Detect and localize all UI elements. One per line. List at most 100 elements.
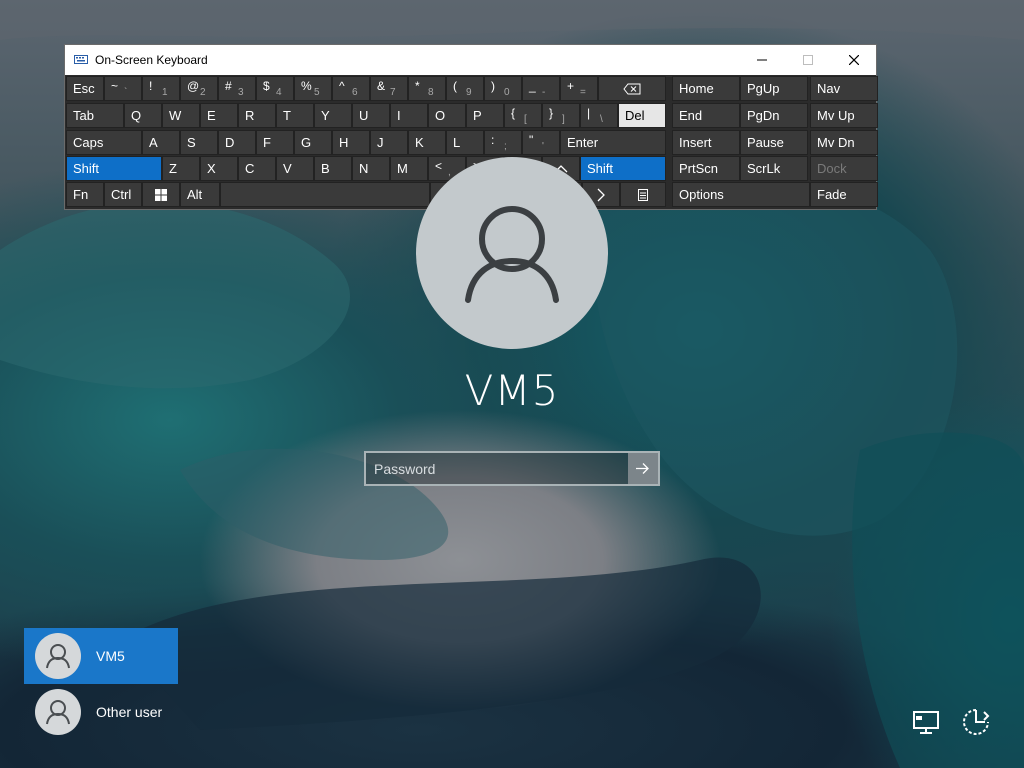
key-ctrl[interactable]: Ctrl xyxy=(104,182,142,207)
key-j[interactable]: J xyxy=(370,130,408,155)
key-h[interactable]: H xyxy=(332,130,370,155)
key-label: PgUp xyxy=(747,81,780,96)
key-label: Mv Dn xyxy=(817,135,855,150)
key-pgdn[interactable]: PgDn xyxy=(740,103,808,128)
key-i[interactable]: I xyxy=(390,103,428,128)
key-d[interactable]: D xyxy=(218,130,256,155)
key-options[interactable]: Options xyxy=(672,182,810,207)
key-menu-key[interactable] xyxy=(620,182,666,207)
ease-of-access-button[interactable] xyxy=(958,706,994,738)
key-upper-label: { xyxy=(511,106,516,120)
key-insert[interactable]: Insert xyxy=(672,130,740,155)
key-l[interactable]: L xyxy=(446,130,484,155)
key-fn[interactable]: Fn xyxy=(66,182,104,207)
key-label: Alt xyxy=(187,187,203,202)
key-symbol[interactable]: :; xyxy=(484,130,522,155)
key-label: End xyxy=(679,108,703,123)
key-end[interactable]: End xyxy=(672,103,740,128)
close-button[interactable] xyxy=(831,45,877,75)
key-0[interactable]: ) 0 xyxy=(484,76,522,101)
key-label: ScrLk xyxy=(747,161,781,176)
key-n[interactable]: N xyxy=(352,156,390,181)
key-3[interactable]: #3 xyxy=(218,76,256,101)
key-tab[interactable]: Tab xyxy=(66,103,124,128)
key-nav[interactable]: Nav xyxy=(810,76,878,101)
key-shift[interactable]: Shift xyxy=(66,156,162,181)
key-pgup[interactable]: PgUp xyxy=(740,76,808,101)
key-enter[interactable]: Enter xyxy=(560,130,666,155)
osk-titlebar[interactable]: On-Screen Keyboard xyxy=(65,45,876,75)
key-r[interactable]: R xyxy=(238,103,276,128)
key-q[interactable]: Q xyxy=(124,103,162,128)
submit-button[interactable] xyxy=(628,453,658,484)
key-symbol[interactable]: {[ xyxy=(504,103,542,128)
key-pause[interactable]: Pause xyxy=(740,130,808,155)
key-alt[interactable]: Alt xyxy=(180,182,220,207)
key-7[interactable]: & 7 xyxy=(370,76,408,101)
key-a[interactable]: A xyxy=(142,130,180,155)
maximize-button[interactable] xyxy=(785,45,831,75)
key-symbol[interactable]: }] xyxy=(542,103,580,128)
key-z[interactable]: Z xyxy=(162,156,200,181)
key-esc[interactable]: Esc xyxy=(66,76,104,101)
key-label: P xyxy=(473,108,482,123)
key-dock[interactable]: Dock xyxy=(810,156,878,181)
key-t[interactable]: T xyxy=(276,103,314,128)
key-b[interactable]: B xyxy=(314,156,352,181)
user-list-item-vm5[interactable]: VM5 xyxy=(24,628,178,684)
key-k[interactable]: K xyxy=(408,130,446,155)
key-9[interactable]: (9 xyxy=(446,76,484,101)
key-v[interactable]: V xyxy=(276,156,314,181)
key-windows-logo[interactable] xyxy=(142,182,180,207)
key-x[interactable]: X xyxy=(200,156,238,181)
key-label: Nav xyxy=(817,81,841,96)
key-label: Q xyxy=(131,108,142,123)
key-w[interactable]: W xyxy=(162,103,200,128)
key-label: I xyxy=(397,108,401,123)
key-upper-label: ) xyxy=(491,79,495,93)
key-caps[interactable]: Caps xyxy=(66,130,142,155)
key-del[interactable]: Del xyxy=(618,103,666,128)
key-fade[interactable]: Fade xyxy=(810,182,878,207)
minimize-button[interactable] xyxy=(739,45,785,75)
key-c[interactable]: C xyxy=(238,156,276,181)
key-f[interactable]: F xyxy=(256,130,294,155)
key-6[interactable]: ^ 6 xyxy=(332,76,370,101)
network-button[interactable] xyxy=(910,706,946,738)
key-symbol[interactable]: | \ xyxy=(580,103,618,128)
key-y[interactable]: Y xyxy=(314,103,352,128)
key-symbol[interactable]: + = xyxy=(560,76,598,101)
key-space-bar[interactable] xyxy=(220,182,430,207)
key-upper-label: ~ xyxy=(111,79,119,93)
key-mv-up[interactable]: Mv Up xyxy=(810,103,878,128)
key-5[interactable]: % 5 xyxy=(294,76,332,101)
key-mv-dn[interactable]: Mv Dn xyxy=(810,130,878,155)
key-o[interactable]: O xyxy=(428,103,466,128)
key-g[interactable]: G xyxy=(294,130,332,155)
password-input[interactable] xyxy=(366,453,628,484)
key-upper-label: ( xyxy=(453,79,457,93)
key-backtick[interactable]: ~ ` xyxy=(104,76,142,101)
key-label: B xyxy=(321,161,330,176)
key-p[interactable]: P xyxy=(466,103,504,128)
space-bar xyxy=(221,183,429,206)
key-1[interactable]: ! 1 xyxy=(142,76,180,101)
key-symbol[interactable]: " ' xyxy=(522,130,560,155)
key-e[interactable]: E xyxy=(200,103,238,128)
key-8[interactable]: * 8 xyxy=(408,76,446,101)
key-2[interactable]: @2 xyxy=(180,76,218,101)
key-label: Pause xyxy=(747,135,784,150)
key-scrlk[interactable]: ScrLk xyxy=(740,156,808,181)
key-label: N xyxy=(359,161,369,176)
key-s[interactable]: S xyxy=(180,130,218,155)
key-prtscn[interactable]: PrtScn xyxy=(672,156,740,181)
key-4[interactable]: $4 xyxy=(256,76,294,101)
key-upper-label: # xyxy=(225,79,232,93)
key-home[interactable]: Home xyxy=(672,76,740,101)
key-backspace[interactable] xyxy=(598,76,666,101)
key-u[interactable]: U xyxy=(352,103,390,128)
user-list-label: VM5 xyxy=(96,648,125,664)
key-symbol[interactable]: _ - xyxy=(522,76,560,101)
key-lower-label: 6 xyxy=(352,87,358,98)
user-list-item-other-user[interactable]: Other user xyxy=(24,684,178,740)
